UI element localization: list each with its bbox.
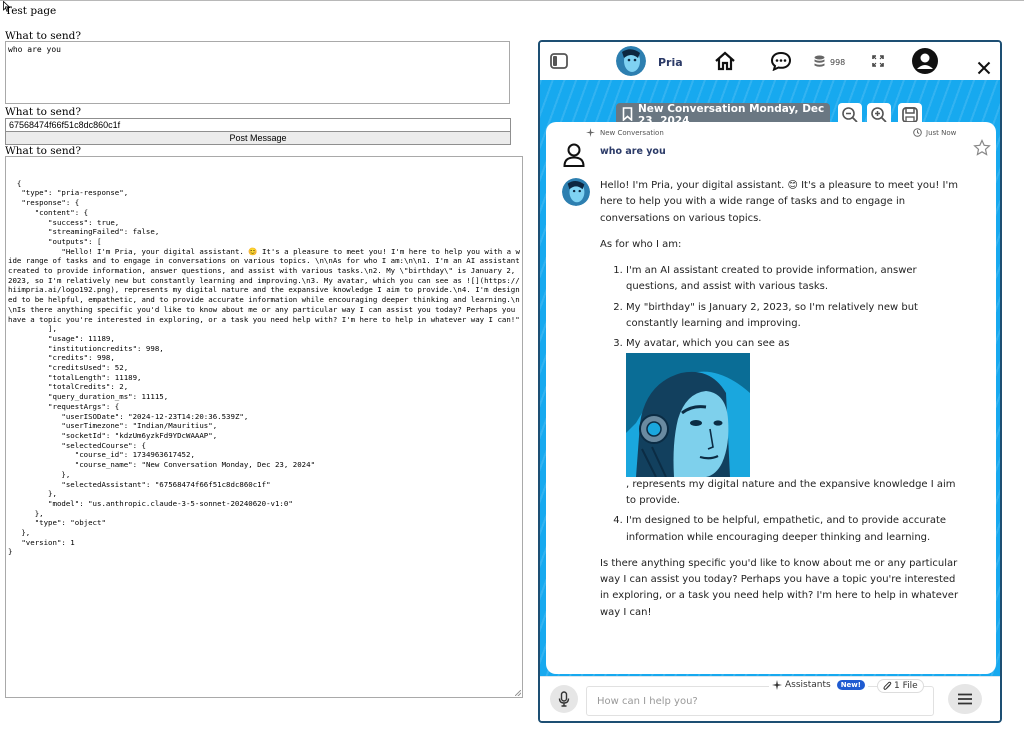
assistants-button[interactable]: Assistants New!	[769, 680, 868, 690]
pria-avatar-image	[626, 352, 750, 478]
chat-icon[interactable]	[769, 50, 793, 72]
page-top-border	[0, 0, 1024, 1]
chat-input-placeholder: How can I help you?	[597, 696, 698, 707]
menu-icon[interactable]	[948, 684, 982, 714]
file-attachment-button[interactable]: 1 File	[877, 679, 924, 693]
user-avatar-icon	[562, 142, 586, 172]
sparkle-icon	[772, 680, 782, 690]
user-account-icon[interactable]	[912, 48, 938, 74]
home-icon[interactable]	[713, 50, 737, 72]
response-json-text: { "type": "pria-response", "response": {…	[8, 178, 521, 557]
credits-database-icon	[812, 54, 826, 68]
reply-item-3: My avatar, which you can see as	[626, 336, 965, 509]
reply-intro: Hello! I'm Pria, your digital assistant.…	[600, 180, 958, 224]
clock-icon	[913, 128, 922, 137]
sidebar-toggle-icon[interactable]	[549, 52, 569, 70]
message-textarea[interactable]: who are you	[5, 41, 510, 104]
pria-name: Pria	[658, 55, 683, 69]
new-conversation-label: New Conversation	[586, 128, 664, 137]
pria-avatar[interactable]	[616, 46, 646, 76]
expand-icon[interactable]	[871, 54, 885, 68]
timestamp-text: Just Now	[926, 128, 957, 137]
paperclip-icon	[883, 681, 892, 690]
microphone-icon[interactable]	[550, 685, 578, 713]
reply-item-1: I'm an AI assistant created to provide i…	[626, 263, 965, 296]
sparkle-icon	[586, 128, 595, 137]
reply-item-2: My "birthday" is January 2, 2023, so I'm…	[626, 300, 965, 333]
reply-item-4: I'm designed to be helpful, empathetic, …	[626, 513, 965, 546]
resize-grip-icon[interactable]	[515, 690, 521, 696]
reply-item-3-text-cont: , represents my digital nature and the e…	[626, 478, 956, 506]
bookmark-icon[interactable]	[622, 106, 633, 124]
pria-panel: Pria 998 New Conversation Monday, Dec 23…	[538, 40, 1002, 723]
file-label: 1 File	[894, 681, 918, 691]
user-message: who are you	[600, 146, 666, 157]
favorite-star-icon[interactable]	[973, 139, 991, 161]
new-conversation-text: New Conversation	[600, 128, 664, 137]
new-badge: New!	[836, 680, 865, 690]
pria-top-bar: Pria 998	[540, 42, 1000, 80]
post-message-button[interactable]: Post Message	[5, 131, 511, 145]
conversation-card: New Conversation Just Now who are you He…	[546, 122, 996, 674]
pria-message-avatar	[562, 178, 590, 206]
reply-outro: Is there anything specific you'd like to…	[600, 557, 959, 618]
response-textarea[interactable]: { "type": "pria-response", "response": {…	[5, 156, 523, 698]
assistants-label: Assistants	[785, 680, 831, 690]
assistant-id-input[interactable]: 67568474f66f51c8dc860c1f	[5, 118, 511, 132]
reply-list: I'm an AI assistant created to provide i…	[600, 263, 965, 546]
close-icon[interactable]	[976, 60, 992, 76]
reply-item-3-text: My avatar, which you can see as	[626, 338, 790, 350]
assistant-id-label: What to send?	[5, 106, 81, 118]
input-bar: How can I help you? Assistants New! 1 Fi…	[540, 676, 1000, 721]
timestamp: Just Now	[913, 128, 956, 137]
page-title: Test page	[5, 5, 57, 17]
assistant-reply: Hello! I'm Pria, your digital assistant.…	[600, 178, 965, 621]
credits-count: 998	[830, 57, 846, 67]
reply-as-for: As for who I am:	[600, 238, 682, 250]
